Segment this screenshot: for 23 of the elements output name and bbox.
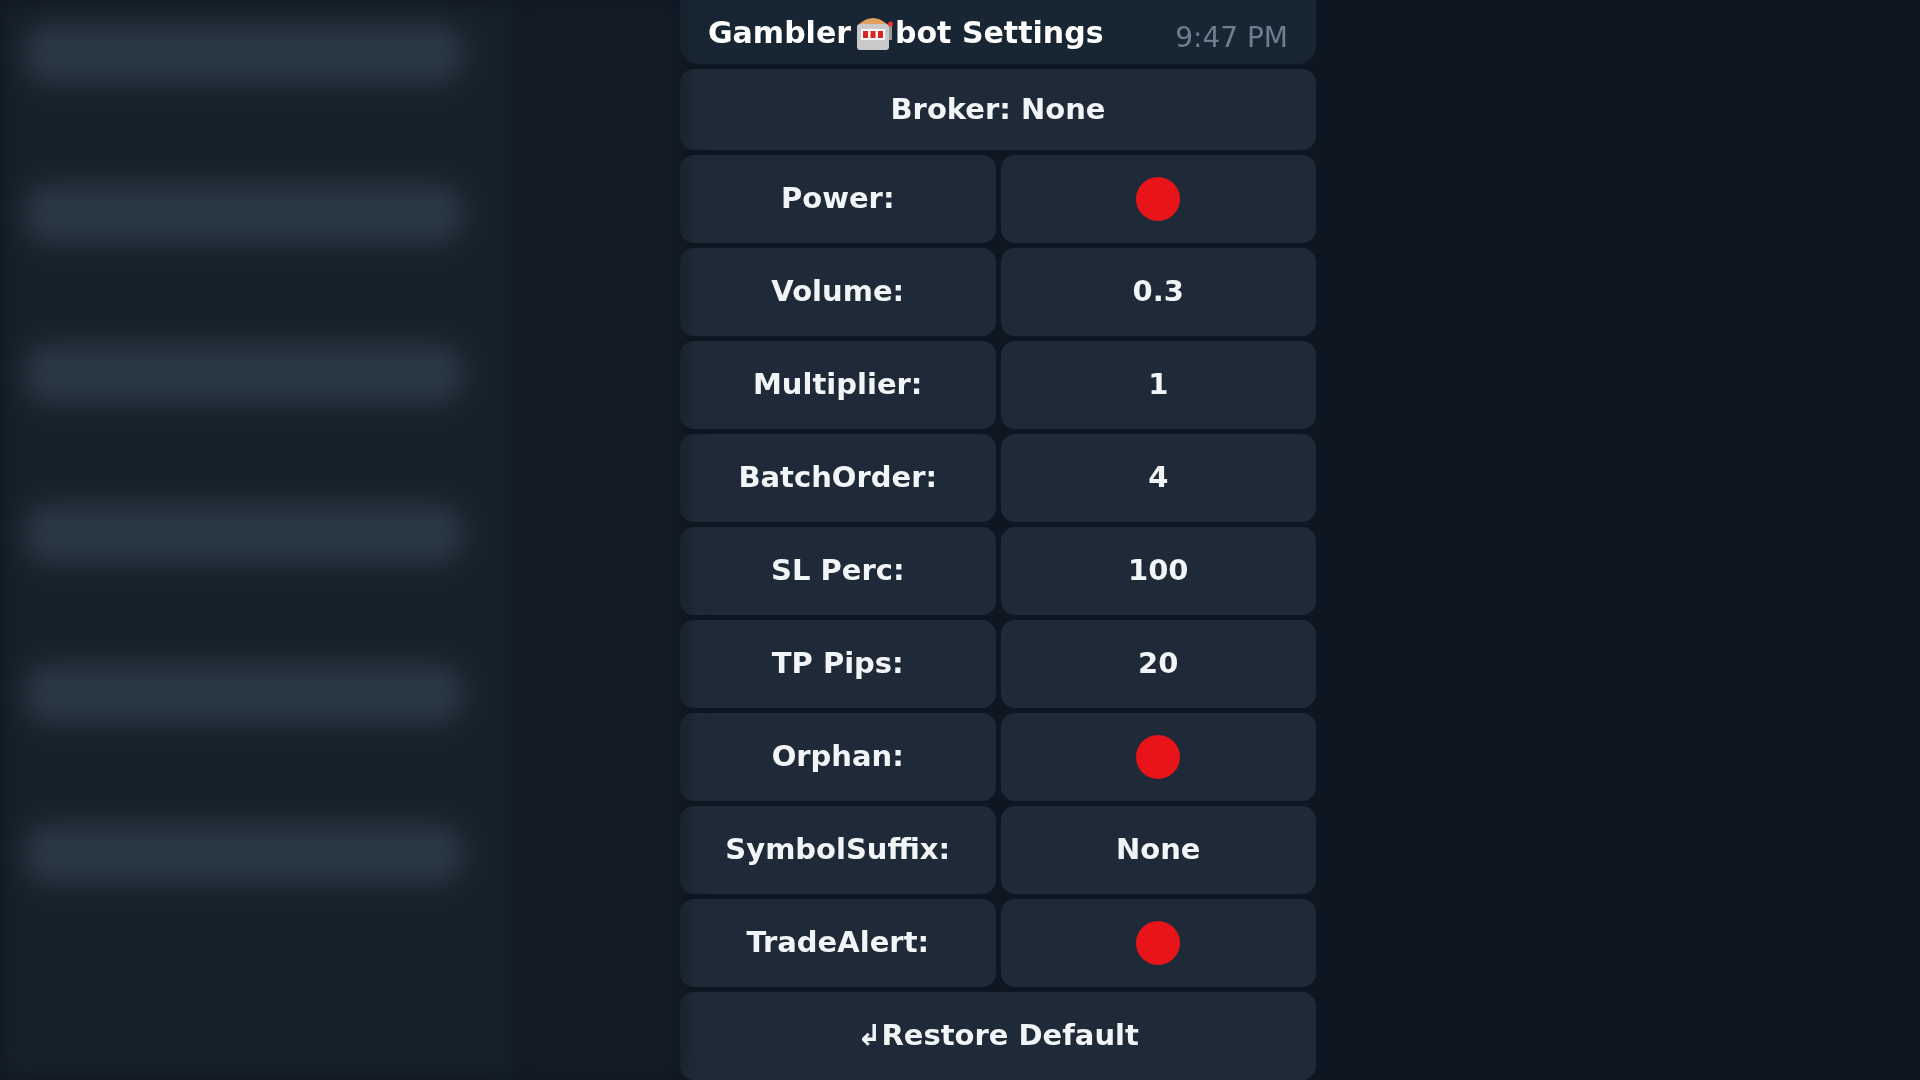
toggle-button[interactable] (1000, 713, 1316, 801)
setting-label-button[interactable]: Multiplier: (680, 341, 996, 429)
setting-label-button[interactable]: Volume: (680, 248, 996, 336)
message-title: bot Settings (895, 13, 1104, 52)
setting-label-button[interactable]: TradeAlert: (680, 899, 996, 987)
toggle-button[interactable] (1000, 899, 1316, 987)
setting-label-button[interactable]: Power: (680, 155, 996, 243)
setting-value-button[interactable]: 4 (1000, 434, 1316, 522)
message-time: 9:47 PM (1175, 20, 1288, 57)
toggle-button[interactable] (1000, 155, 1316, 243)
setting-label-button[interactable]: Orphan: (680, 713, 996, 801)
setting-value-button[interactable]: 20 (1000, 620, 1316, 708)
setting-value-button[interactable]: 0.3 (1000, 248, 1316, 336)
broker-button[interactable]: Broker: None (680, 69, 1316, 150)
setting-label-button[interactable]: SL Perc: (680, 527, 996, 615)
setting-value-button[interactable]: None (1000, 806, 1316, 894)
restore-default-button[interactable]: ↲Restore Default (680, 992, 1316, 1080)
setting-value-button[interactable]: 100 (1000, 527, 1316, 615)
setting-value-button[interactable]: 1 (1000, 341, 1316, 429)
message-title: Gambler (708, 13, 852, 52)
setting-label-button[interactable]: BatchOrder: (680, 434, 996, 522)
setting-label-button[interactable]: SymbolSuffix: (680, 806, 996, 894)
setting-label-button[interactable]: TP Pips: (680, 620, 996, 708)
